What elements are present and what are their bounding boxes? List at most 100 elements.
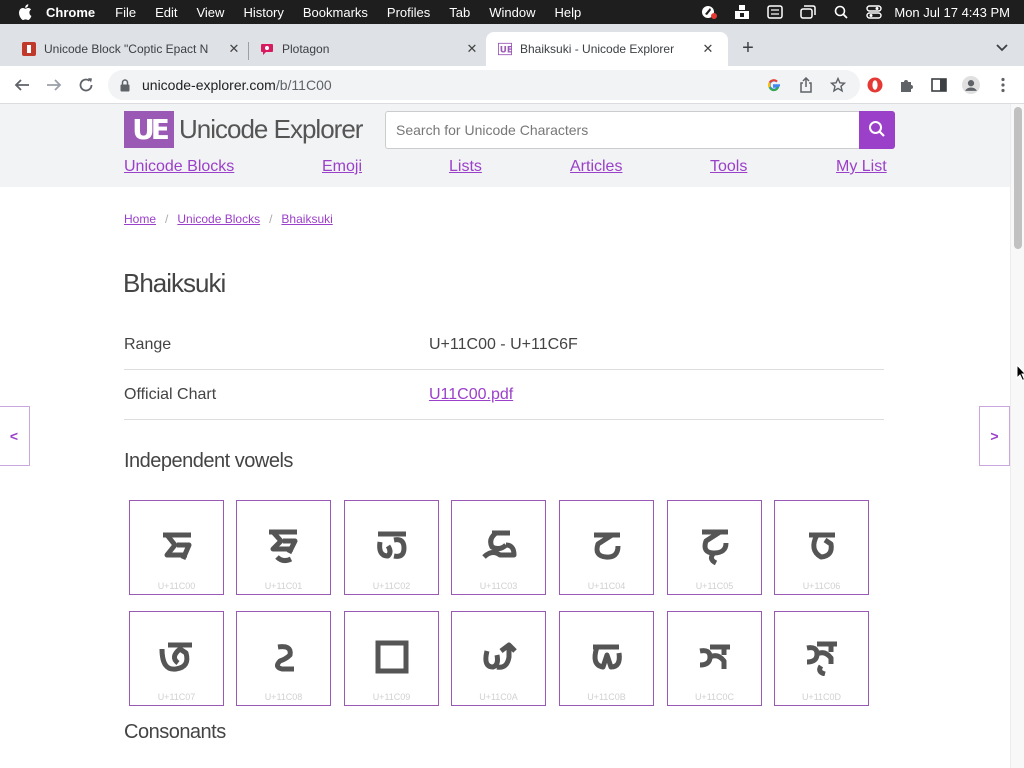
character-glyph bbox=[805, 526, 839, 566]
scrollbar-thumb[interactable] bbox=[1014, 107, 1022, 249]
extensions-puzzle-icon[interactable] bbox=[898, 76, 916, 94]
character-cell[interactable]: U+11C0B bbox=[559, 611, 654, 706]
back-arrow-icon[interactable] bbox=[11, 74, 33, 96]
nav-unicode-blocks[interactable]: Unicode Blocks bbox=[124, 158, 234, 176]
google-icon[interactable] bbox=[766, 77, 782, 93]
site-logo[interactable]: UE Unicode Explorer bbox=[124, 111, 363, 148]
info-label: Official Chart bbox=[124, 385, 217, 403]
bookmark-star-icon[interactable] bbox=[830, 77, 846, 93]
character-code: U+11C0C bbox=[694, 692, 735, 702]
breadcrumb-unicode-blocks[interactable]: Unicode Blocks bbox=[177, 212, 260, 226]
character-glyph bbox=[375, 637, 409, 677]
section-title-independent-vowels: Independent vowels bbox=[124, 450, 293, 472]
character-code: U+11C09 bbox=[372, 692, 411, 702]
menu-window[interactable]: Window bbox=[489, 5, 535, 20]
tab-bhaiksuki[interactable]: UE Bhaiksuki - Unicode Explorer ✕ bbox=[486, 32, 728, 66]
menu-file[interactable]: File bbox=[115, 5, 136, 20]
side-panel-icon[interactable] bbox=[930, 76, 948, 94]
logo-text: Unicode Explorer bbox=[179, 114, 363, 144]
character-cell[interactable]: U+11C05 bbox=[667, 500, 762, 595]
menubar-clock[interactable]: Mon Jul 17 4:43 PM bbox=[894, 5, 1010, 20]
character-cell[interactable]: U+11C0D bbox=[774, 611, 869, 706]
character-cell[interactable]: U+11C07 bbox=[129, 611, 224, 706]
character-cell[interactable]: U+11C02 bbox=[344, 500, 439, 595]
menu-tab[interactable]: Tab bbox=[449, 5, 470, 20]
nav-my-list[interactable]: My List bbox=[836, 158, 887, 176]
official-chart-link[interactable]: U11C00.pdf bbox=[429, 386, 513, 403]
new-tab-plus-icon[interactable]: + bbox=[739, 37, 757, 59]
character-cell[interactable]: U+11C06 bbox=[774, 500, 869, 595]
status-list-icon[interactable] bbox=[767, 5, 784, 19]
menu-history[interactable]: History bbox=[243, 5, 283, 20]
character-cell[interactable]: U+11C04 bbox=[559, 500, 654, 595]
character-cell[interactable]: U+11C08 bbox=[236, 611, 331, 706]
character-glyph bbox=[481, 637, 517, 677]
page-scrollbar[interactable] bbox=[1010, 104, 1024, 768]
menu-profiles[interactable]: Profiles bbox=[387, 5, 430, 20]
breadcrumb-home[interactable]: Home bbox=[124, 212, 156, 226]
site-nav: Unicode Blocks Emoji Lists Articles Tool… bbox=[124, 158, 887, 180]
opera-extension-icon[interactable] bbox=[866, 76, 884, 94]
character-code: U+11C0D bbox=[801, 692, 842, 702]
previous-block-button[interactable]: < bbox=[0, 406, 30, 466]
info-value: U+11C00 - U+11C6F bbox=[429, 335, 578, 353]
forward-arrow-icon[interactable] bbox=[43, 74, 65, 96]
character-code: U+11C02 bbox=[372, 581, 411, 591]
share-icon[interactable] bbox=[798, 77, 814, 93]
tab-plotagon[interactable]: Plotagon ✕ bbox=[238, 32, 486, 66]
status-windows-icon[interactable] bbox=[800, 5, 817, 19]
search-input[interactable] bbox=[385, 111, 859, 149]
character-glyph bbox=[696, 637, 734, 677]
character-code: U+11C06 bbox=[802, 581, 841, 591]
tab-title: Bhaiksuki - Unicode Explorer bbox=[520, 42, 675, 56]
character-cell[interactable]: U+11C01 bbox=[236, 500, 331, 595]
tab-coptic-epact[interactable]: Unicode Block "Coptic Epact N ✕ bbox=[0, 32, 248, 66]
nav-articles[interactable]: Articles bbox=[570, 158, 622, 176]
lock-icon[interactable] bbox=[120, 78, 132, 92]
status-upload-icon[interactable] bbox=[734, 5, 750, 19]
logo-mark: UE bbox=[124, 111, 174, 148]
character-code: U+11C08 bbox=[264, 692, 303, 702]
url-text[interactable]: unicode-explorer.com/b/11C00 bbox=[142, 77, 332, 93]
url-path: /b/11C00 bbox=[275, 77, 332, 93]
plotagon-icon bbox=[260, 42, 274, 56]
menu-help[interactable]: Help bbox=[555, 5, 582, 20]
breadcrumb-bhaiksuki[interactable]: Bhaiksuki bbox=[281, 212, 332, 226]
nav-lists[interactable]: Lists bbox=[449, 158, 482, 176]
character-cell[interactable]: U+11C0C bbox=[667, 611, 762, 706]
character-glyph bbox=[480, 526, 518, 566]
character-cell[interactable]: U+11C03 bbox=[451, 500, 546, 595]
nav-tools[interactable]: Tools bbox=[710, 158, 747, 176]
chrome-menu-kebab-icon[interactable] bbox=[994, 76, 1012, 94]
info-row-official-chart: Official Chart U11C00.pdf bbox=[124, 370, 884, 420]
apple-icon[interactable] bbox=[18, 4, 32, 20]
character-glyph bbox=[590, 526, 624, 566]
profile-avatar-icon[interactable] bbox=[962, 76, 980, 94]
menu-edit[interactable]: Edit bbox=[155, 5, 177, 20]
site-search bbox=[385, 111, 895, 149]
menu-app-name[interactable]: Chrome bbox=[46, 5, 95, 20]
next-block-button[interactable]: > bbox=[979, 406, 1010, 466]
search-button[interactable] bbox=[859, 111, 895, 149]
address-bar[interactable]: unicode-explorer.com/b/11C00 bbox=[108, 70, 860, 100]
menu-view[interactable]: View bbox=[196, 5, 224, 20]
reload-icon[interactable] bbox=[75, 74, 97, 96]
url-domain: unicode-explorer.com bbox=[142, 77, 276, 93]
site-header: UE Unicode Explorer Unicode Blocks Emoji… bbox=[0, 104, 1010, 187]
character-cell[interactable]: U+11C09 bbox=[344, 611, 439, 706]
menu-bookmarks[interactable]: Bookmarks bbox=[303, 5, 368, 20]
chevron-down-icon[interactable] bbox=[994, 40, 1010, 56]
nav-emoji[interactable]: Emoji bbox=[322, 158, 362, 176]
close-icon[interactable]: ✕ bbox=[700, 41, 716, 57]
status-app-icon[interactable] bbox=[701, 5, 718, 19]
character-code: U+11C0B bbox=[587, 692, 626, 702]
character-cell[interactable]: U+11C0A bbox=[451, 611, 546, 706]
close-icon[interactable]: ✕ bbox=[464, 41, 480, 57]
tab-title: Unicode Block "Coptic Epact N bbox=[44, 42, 209, 56]
spotlight-search-icon[interactable] bbox=[833, 5, 849, 19]
control-center-icon[interactable] bbox=[866, 5, 883, 19]
character-glyph bbox=[158, 637, 196, 677]
unicode-explorer-icon: UE bbox=[498, 42, 512, 56]
character-glyph bbox=[589, 637, 625, 677]
character-cell[interactable]: U+11C00 bbox=[129, 500, 224, 595]
